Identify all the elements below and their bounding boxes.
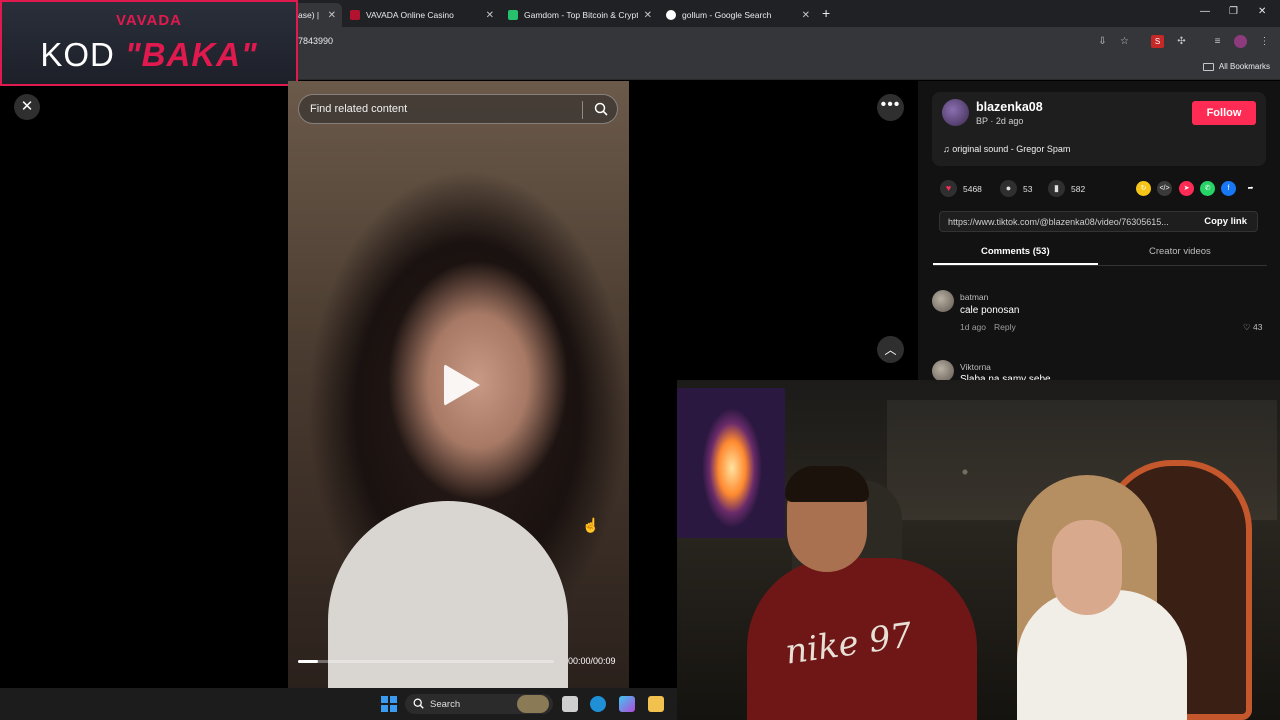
- browser-tab-google[interactable]: gollum - Google Search ✕: [658, 3, 816, 27]
- promo-brand: VAVADA: [116, 12, 182, 29]
- search-input[interactable]: Find related content: [298, 94, 618, 124]
- whatsapp-icon[interactable]: ✆: [1200, 181, 1215, 196]
- profile-avatar-icon[interactable]: [1234, 35, 1247, 48]
- widgets-icon[interactable]: [517, 695, 549, 713]
- close-tab-icon[interactable]: ✕: [802, 10, 810, 21]
- promo-code-prefix: KOD: [40, 36, 126, 73]
- all-bookmarks-label: All Bookmarks: [1218, 62, 1270, 71]
- more-options-icon[interactable]: •••: [877, 94, 904, 121]
- browser-tab-active[interactable]: ase) | ✕: [292, 3, 342, 27]
- tv-fireplace-image: [677, 388, 785, 538]
- divider: [933, 265, 1267, 266]
- url-text[interactable]: 7843990: [298, 36, 333, 46]
- comment-time: 1d ago: [960, 322, 986, 332]
- reply-button[interactable]: Reply: [994, 322, 1016, 332]
- divider: [582, 101, 583, 119]
- vavada-favicon-icon: [350, 10, 360, 20]
- repost-icon[interactable]: ↻: [1136, 181, 1151, 196]
- comment-icon: ●: [1000, 180, 1017, 197]
- music-note-icon: ♫: [943, 144, 950, 154]
- comment-like-count: 43: [1253, 322, 1263, 332]
- bookmark-star-icon[interactable]: ☆: [1118, 35, 1131, 48]
- comment-username[interactable]: Viktorпа: [960, 362, 991, 372]
- extensions-puzzle-icon[interactable]: ✣: [1175, 35, 1188, 48]
- minimize-icon[interactable]: —: [1200, 6, 1210, 17]
- webcam-overlay: nike 97: [677, 380, 1280, 720]
- extension-s-icon[interactable]: S: [1151, 35, 1164, 48]
- music-title: original sound - Gregor Spam: [952, 144, 1071, 154]
- tab-creator-videos[interactable]: Creator videos: [1149, 246, 1211, 257]
- heart-outline-icon: ♡: [1243, 322, 1251, 332]
- tab-comments[interactable]: Comments (53): [981, 246, 1050, 257]
- taskbar-search-label: Search: [430, 699, 461, 710]
- like-count: 5468: [963, 183, 982, 194]
- restore-icon[interactable]: ❐: [1229, 6, 1238, 17]
- comment-button[interactable]: ● 53: [1000, 180, 1032, 197]
- author-meta: BP · 2d ago: [976, 116, 1024, 126]
- tab-title: ase) |: [298, 10, 320, 20]
- video-time: 00:00/00:09: [568, 656, 616, 666]
- close-icon[interactable]: ✕: [14, 94, 40, 120]
- share-link-text[interactable]: https://www.tiktok.com/@blazenka08/video…: [948, 217, 1190, 227]
- search-placeholder: Find related content: [310, 103, 408, 115]
- gamdom-favicon-icon: [508, 10, 518, 20]
- browser-tab-vavada[interactable]: VAVADA Online Casino ✕: [342, 3, 500, 27]
- search-icon[interactable]: [594, 102, 608, 116]
- tab-title: VAVADA Online Casino: [366, 10, 454, 20]
- copilot-icon[interactable]: [619, 696, 635, 712]
- embed-icon[interactable]: </>: [1157, 181, 1172, 196]
- tab-title: gollum - Google Search: [682, 10, 772, 20]
- save-count: 582: [1071, 183, 1086, 194]
- bookmark-icon: ▮: [1048, 180, 1065, 197]
- copy-link-button[interactable]: Copy link: [1204, 216, 1247, 227]
- heart-icon: ♥: [940, 180, 957, 197]
- avatar[interactable]: [932, 290, 954, 312]
- save-button[interactable]: ▮ 582: [1048, 180, 1085, 197]
- share-link-row: https://www.tiktok.com/@blazenka08/video…: [939, 211, 1258, 232]
- author-username[interactable]: blazenka08: [976, 100, 1043, 114]
- video-progress-bar[interactable]: [298, 660, 554, 663]
- google-favicon-icon: [666, 10, 676, 20]
- close-tab-icon[interactable]: ✕: [644, 10, 652, 21]
- close-tab-icon[interactable]: ✕: [328, 10, 336, 21]
- video-progress-fill: [298, 660, 319, 663]
- edge-icon[interactable]: [590, 696, 606, 712]
- comment-text: cale ponosan: [960, 305, 1020, 316]
- cohost-face: [1052, 520, 1122, 615]
- comment-count: 53: [1023, 183, 1033, 194]
- facebook-icon[interactable]: f: [1221, 181, 1236, 196]
- comment-username[interactable]: batman: [960, 292, 988, 302]
- promo-code: KOD "BAKA": [2, 36, 296, 74]
- promo-code-value: "BAKA": [125, 36, 258, 73]
- hand-cursor-icon: ☝: [582, 517, 600, 533]
- chevron-up-icon[interactable]: ︿: [877, 336, 904, 363]
- new-tab-icon[interactable]: +: [822, 5, 830, 21]
- menu-kebab-icon[interactable]: ⋮: [1258, 35, 1271, 48]
- music-info[interactable]: ♫ original sound - Gregor Spam: [943, 144, 1070, 154]
- avatar[interactable]: [942, 99, 969, 126]
- close-tab-icon[interactable]: ✕: [486, 10, 494, 21]
- folder-icon: [1202, 62, 1214, 71]
- all-bookmarks-button[interactable]: All Bookmarks: [1202, 62, 1270, 71]
- windows-start-icon[interactable]: [381, 696, 397, 712]
- media-control-icon[interactable]: ≡: [1211, 35, 1224, 48]
- play-icon[interactable]: [444, 364, 480, 406]
- share-arrow-icon[interactable]: ➦: [1243, 181, 1258, 196]
- browser-tab-gamdom[interactable]: Gamdom - Top Bitcoin & Crypt ✕: [500, 3, 658, 27]
- stream-promo-banner: VAVADA KOD "BAKA": [0, 0, 298, 86]
- like-button[interactable]: ♥ 5468: [940, 180, 982, 197]
- avatar[interactable]: [932, 360, 954, 382]
- task-view-icon[interactable]: [562, 696, 578, 712]
- streamer-hair: [785, 466, 869, 502]
- close-window-icon[interactable]: ✕: [1258, 6, 1266, 17]
- install-app-icon[interactable]: ⇩: [1096, 35, 1109, 48]
- search-icon: [413, 698, 424, 709]
- file-explorer-icon[interactable]: [648, 696, 664, 712]
- follow-button[interactable]: Follow: [1192, 101, 1256, 125]
- tab-title: Gamdom - Top Bitcoin & Crypt: [524, 10, 638, 20]
- comment-like-button[interactable]: ♡ 43: [1243, 322, 1262, 333]
- send-icon[interactable]: ➤: [1179, 181, 1194, 196]
